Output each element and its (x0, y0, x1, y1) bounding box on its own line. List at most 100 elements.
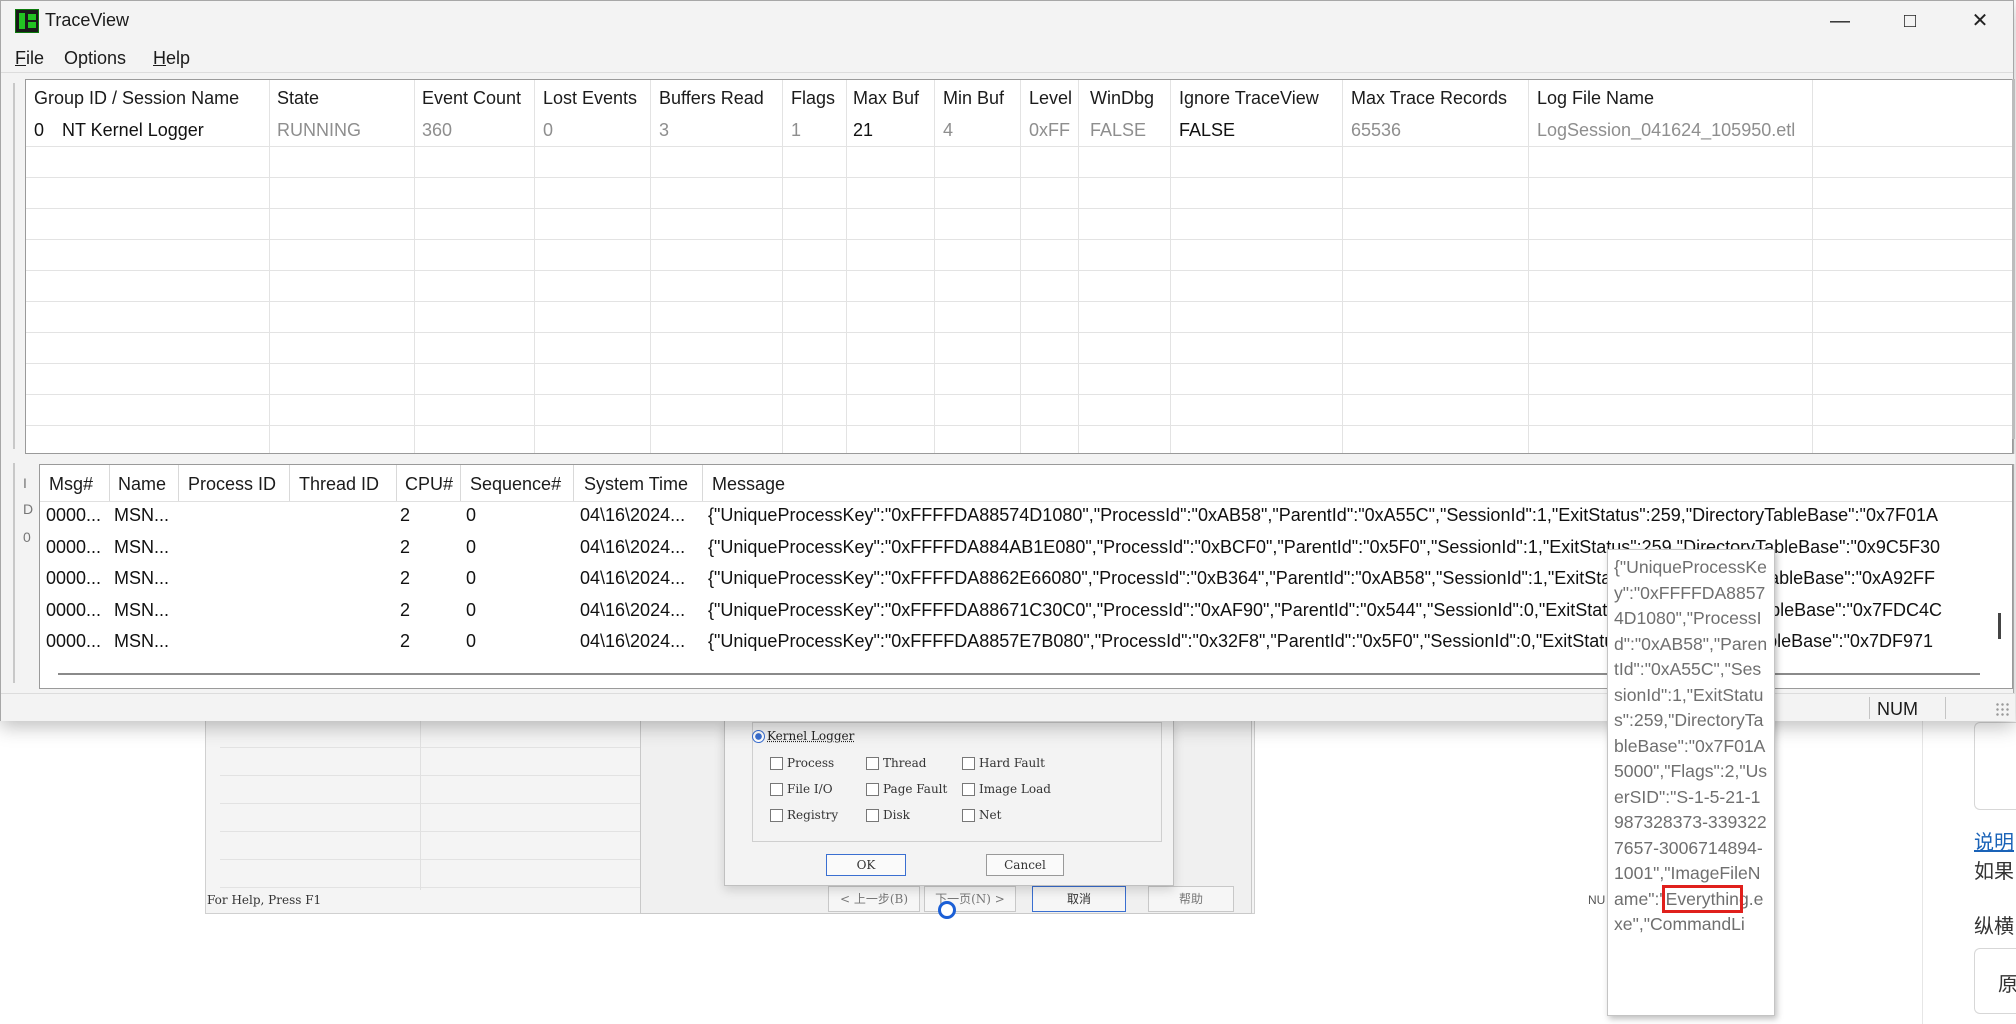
tooltip-highlight: Everythin (1661, 884, 1743, 913)
column-divider (846, 80, 847, 453)
wizard-cancel-button[interactable]: 取消 (1032, 886, 1126, 912)
table-row[interactable]: 0000... MSN... 2 0 04\16\2024... {"Uniqu… (40, 501, 2012, 532)
column-header-cpu[interactable]: CPU# (405, 474, 453, 495)
menu-options[interactable]: Options (64, 48, 126, 69)
column-divider (934, 80, 935, 453)
background-right-input[interactable] (1974, 722, 2016, 810)
column-divider (1812, 80, 1813, 453)
sessions-grid-lines (26, 116, 2012, 453)
checkbox-thread[interactable]: Thread (866, 756, 926, 770)
maximize-button[interactable]: □ (1875, 1, 1945, 41)
traceview-app-icon (15, 9, 39, 33)
column-header-message[interactable]: Message (712, 474, 785, 495)
checkbox-box-icon (770, 809, 783, 822)
background-status-num: NU (1588, 893, 1606, 907)
cell-system-time: 04\16\2024... (580, 536, 686, 557)
column-divider (650, 80, 651, 453)
background-right-text: 如果 (1974, 861, 2014, 883)
column-divider (396, 465, 397, 501)
column-header-event-count[interactable]: Event Count (422, 88, 521, 109)
column-header-windbg[interactable]: WinDbg (1090, 88, 1154, 109)
cell-system-time: 04\16\2024... (580, 599, 686, 620)
events-header-row: Msg# Name Process ID Thread ID CPU# Sequ… (40, 465, 2012, 502)
cell-system-time: 04\16\2024... (580, 631, 686, 651)
checkbox-disk[interactable]: Disk (866, 808, 910, 822)
column-header-log-file-name[interactable]: Log File Name (1537, 88, 1654, 109)
column-divider (269, 80, 270, 453)
vertical-scrollbar-thumb[interactable] (1998, 613, 2001, 639)
resize-grip-icon[interactable] (1995, 702, 2009, 716)
dialog-ok-button[interactable]: OK (826, 854, 906, 876)
checkbox-label: Thread (883, 756, 927, 770)
checkbox-net[interactable]: Net (962, 808, 1001, 822)
column-header-name[interactable]: Name (118, 474, 166, 495)
cell-name: MSN... (114, 568, 170, 588)
sessions-list[interactable]: Group ID / Session Name State Event Coun… (25, 79, 2013, 454)
column-divider (1170, 80, 1171, 453)
cell-cpu: 2 (400, 568, 411, 588)
pane-splitter[interactable] (1, 454, 2015, 464)
bottom-pane-gutter: I D 0 (5, 463, 39, 688)
session-max-buf: 21 (853, 120, 874, 140)
background-help-link[interactable]: 说明 (1974, 826, 2014, 855)
column-header-system-time[interactable]: System Time (584, 474, 688, 495)
checkbox-page-fault[interactable]: Page Fault (866, 782, 947, 796)
checkbox-image-load[interactable]: Image Load (962, 782, 1051, 796)
radio-dot-icon (752, 730, 765, 743)
window-title: TraceView (45, 10, 130, 30)
top-pane-gutter (5, 79, 23, 454)
dialog-cancel-button[interactable]: Cancel (986, 854, 1064, 876)
message-tooltip: {"UniqueProcessKey":"0xFFFFDA88574D1080"… (1607, 549, 1775, 1016)
cell-name: MSN... (114, 536, 170, 557)
session-flags: 1 (791, 120, 802, 140)
checkbox-hard-fault[interactable]: Hard Fault (962, 756, 1045, 770)
column-header-buffers-read[interactable]: Buffers Read (659, 88, 764, 109)
menu-help[interactable]: Help (153, 48, 190, 69)
title-bar[interactable]: TraceView — □ ✕ (1, 1, 2013, 41)
column-divider (414, 80, 415, 453)
session-name[interactable]: NT Kernel Logger (62, 120, 204, 141)
checkbox-registry[interactable]: Registry (770, 808, 838, 822)
column-header-thread-id[interactable]: Thread ID (299, 474, 379, 495)
column-header-max-buf[interactable]: Max Buf (853, 88, 919, 109)
column-header-sequence[interactable]: Sequence# (470, 474, 561, 495)
cell-msg: 0000... (46, 599, 102, 620)
checkbox-process[interactable]: Process (770, 756, 834, 770)
session-min-buf: 4 (943, 120, 954, 140)
minimize-button[interactable]: — (1805, 1, 1875, 41)
column-header-process-id[interactable]: Process ID (188, 474, 276, 495)
right-edge-scrollbar[interactable] (2012, 79, 2015, 439)
column-header-state[interactable]: State (277, 88, 319, 109)
column-header-ignore-traceview[interactable]: Ignore TraceView (1179, 88, 1319, 109)
session-log-file-name: LogSession_041624_105950.etl (1537, 120, 1796, 140)
wizard-back-button[interactable]: < 上一步(B) (828, 886, 920, 912)
column-header-level[interactable]: Level (1029, 88, 1072, 109)
cell-sequence: 0 (466, 599, 477, 620)
cell-sequence: 0 (466, 536, 477, 557)
background-grid-column (420, 720, 421, 890)
column-divider (702, 465, 703, 501)
column-header-flags[interactable]: Flags (791, 88, 835, 109)
column-header-lost-events[interactable]: Lost Events (543, 88, 637, 109)
wizard-help-button[interactable]: 帮助 (1148, 886, 1234, 912)
menu-bar: File Options Help (1, 41, 2013, 73)
background-right-select-value: 原 (1998, 974, 2016, 996)
kernel-logger-radio[interactable]: Kernel Logger (752, 729, 854, 743)
session-state: RUNNING (277, 120, 361, 140)
checkbox-box-icon (866, 809, 879, 822)
column-header-max-trace-records[interactable]: Max Trace Records (1351, 88, 1507, 109)
status-separator (1945, 697, 1946, 719)
column-header-min-buf[interactable]: Min Buf (943, 88, 1004, 109)
close-button[interactable]: ✕ (1945, 1, 2015, 41)
cell-cpu: 2 (400, 536, 411, 557)
menu-file[interactable]: File (15, 48, 44, 69)
column-divider (289, 465, 290, 501)
column-divider (1528, 80, 1529, 453)
background-right-label: 纵横 (1974, 916, 2014, 938)
session-ignore-traceview: FALSE (1179, 120, 1236, 140)
checkbox-box-icon (770, 783, 783, 796)
checkbox-file-io[interactable]: File I/O (770, 782, 833, 796)
column-header-session-name[interactable]: Group ID / Session Name (34, 88, 239, 109)
checkbox-box-icon (770, 757, 783, 770)
column-header-msg[interactable]: Msg# (49, 474, 93, 495)
